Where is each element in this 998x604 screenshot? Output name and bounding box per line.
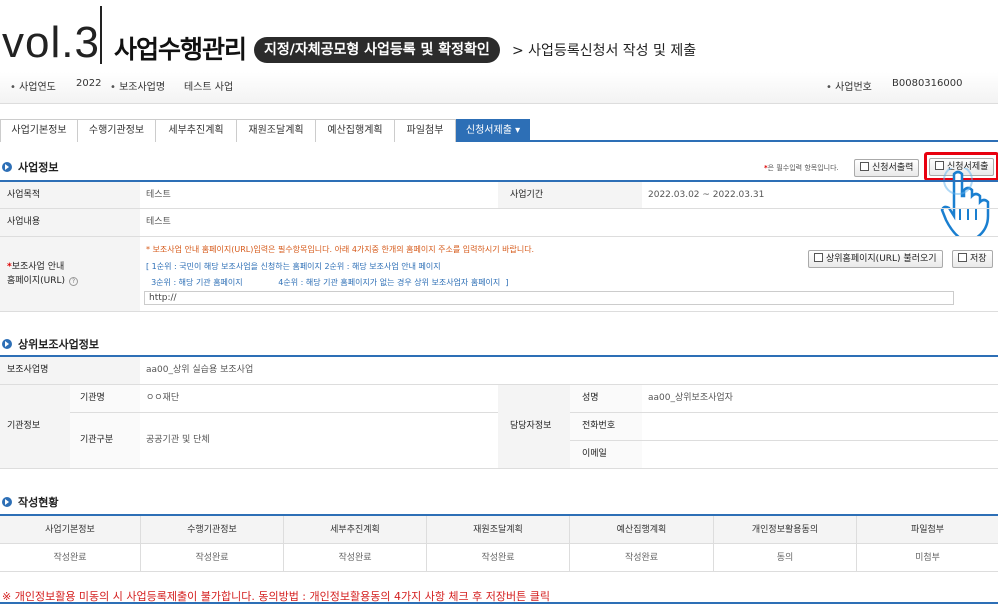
homepage-url-input[interactable]: http:// [144, 291, 954, 305]
help-icon[interactable]: ? [69, 277, 78, 286]
status-value: 작성완료 [570, 544, 714, 572]
status-value: 작성완료 [141, 544, 284, 572]
number-value: B0080316000 [892, 78, 963, 89]
tab-budget-plan[interactable]: 예산집행계획 [315, 119, 395, 142]
upper-info-title: 상위보조사업정보 [2, 336, 99, 352]
email-label: 이메일 [570, 441, 642, 469]
content-label: 사업내용 [0, 209, 140, 237]
project-label: 보조사업명 [110, 78, 165, 93]
tab-basic-info[interactable]: 사업기본정보 [0, 119, 78, 142]
status-header: 세부추진계획 [284, 516, 427, 544]
bullet-icon [2, 497, 12, 507]
tab-org-info[interactable]: 수행기관정보 [77, 119, 156, 142]
period-value: 2022.03.02 ~ 2022.03.31 [642, 182, 998, 209]
status-value: 작성완료 [427, 544, 570, 572]
phone-value [642, 413, 998, 441]
status-value: 작성완료 [284, 544, 427, 572]
org-type-value: 공공기관 및 단체 [140, 413, 498, 469]
divider [100, 6, 102, 64]
year-value: 2022 [76, 78, 102, 89]
upper-project-value: aa00_상위 실습용 보조사업 [140, 357, 998, 385]
status-header: 재원조달계획 [427, 516, 570, 544]
load-url-button[interactable]: 상위홈페이지(URL) 불러오기 [808, 250, 943, 268]
status-header: 파일첨부 [857, 516, 998, 544]
status-header: 예산집행계획 [570, 516, 714, 544]
bullet-icon [2, 162, 12, 172]
section-pill: 지정/자체공모형 사업등록 및 확정확인 [254, 37, 500, 63]
volume-label: vol.3 [2, 18, 100, 67]
content-value: 테스트 [140, 209, 998, 237]
tab-detail-plan[interactable]: 세부추진계획 [155, 119, 237, 142]
banner: vol.3 사업수행관리 지정/자체공모형 사업등록 및 확정확인 > 사업등록… [0, 0, 998, 72]
brand-title: 사업수행관리 [114, 35, 247, 64]
tab-submit[interactable]: 신청서제출 ▾ [456, 119, 530, 142]
document-icon [814, 253, 823, 262]
year-label: 사업연도 [10, 78, 56, 93]
homepage-label-line2: 홈페이지(URL)? [7, 274, 78, 288]
purpose-value: 테스트 [140, 182, 498, 209]
homepage-note-2: [ 1순위 : 국민이 해당 보조사업을 신청하는 홈페이지 2순위 : 해당 … [146, 262, 441, 271]
status-value: 미첨부 [857, 544, 998, 572]
info-bar: 사업연도 2022 보조사업명 테스트 사업 사업번호 B0080316000 [0, 72, 998, 104]
org-info-label: 기관정보 [0, 385, 70, 469]
status-header: 수행기관정보 [141, 516, 284, 544]
project-value: 테스트 사업 [184, 82, 234, 93]
breadcrumb: > 사업등록신청서 작성 및 제출 [512, 43, 697, 59]
status-title: 작성현황 [2, 494, 58, 510]
save-button[interactable]: 저장 [952, 250, 993, 268]
homepage-note-3: 3순위 : 해당 기관 홈페이지 4순위 : 해당 기관 홈페이지가 없는 경우… [146, 278, 509, 287]
upper-project-label: 보조사업명 [0, 357, 140, 385]
manager-info-label: 담당자정보 [498, 385, 570, 469]
status-header: 사업기본정보 [0, 516, 141, 544]
required-note: *은 필수입력 항목입니다. [764, 164, 839, 172]
homepage-label-line1: *보조사업 안내 [7, 261, 65, 272]
tab-funding-plan[interactable]: 재원조달계획 [236, 119, 316, 142]
purpose-label: 사업목적 [0, 182, 140, 209]
tab-file-attach[interactable]: 파일첨부 [394, 119, 456, 142]
save-icon [958, 253, 967, 262]
printer-icon [860, 162, 869, 171]
manager-name-value: aa00_상위보조사업자 [642, 385, 998, 413]
status-value: 작성완료 [0, 544, 141, 572]
period-label: 사업기간 [498, 182, 642, 209]
print-button[interactable]: 신청서출력 [854, 159, 920, 177]
org-type-label: 기관구분 [70, 413, 140, 469]
number-label: 사업번호 [826, 78, 872, 93]
org-name-label: 기관명 [70, 385, 140, 413]
homepage-note-1: * 보조사업 안내 홈페이지(URL)입력은 필수항목입니다. 아래 4가지중 … [146, 245, 535, 254]
phone-label: 전화번호 [570, 413, 642, 441]
business-info-title: 사업정보 [2, 159, 58, 175]
org-name-value: ㅇㅇ재단 [140, 385, 498, 413]
manager-name-label: 성명 [570, 385, 642, 413]
tab-bar: 사업기본정보 수행기관정보 세부추진계획 재원조달계획 예산집행계획 파일첨부 … [0, 118, 998, 142]
status-value: 동의 [714, 544, 857, 572]
bullet-icon [2, 339, 12, 349]
status-header: 개인정보활용동의 [714, 516, 857, 544]
email-value [642, 441, 998, 469]
homepage-label: *보조사업 안내 홈페이지(URL)? [0, 237, 140, 312]
